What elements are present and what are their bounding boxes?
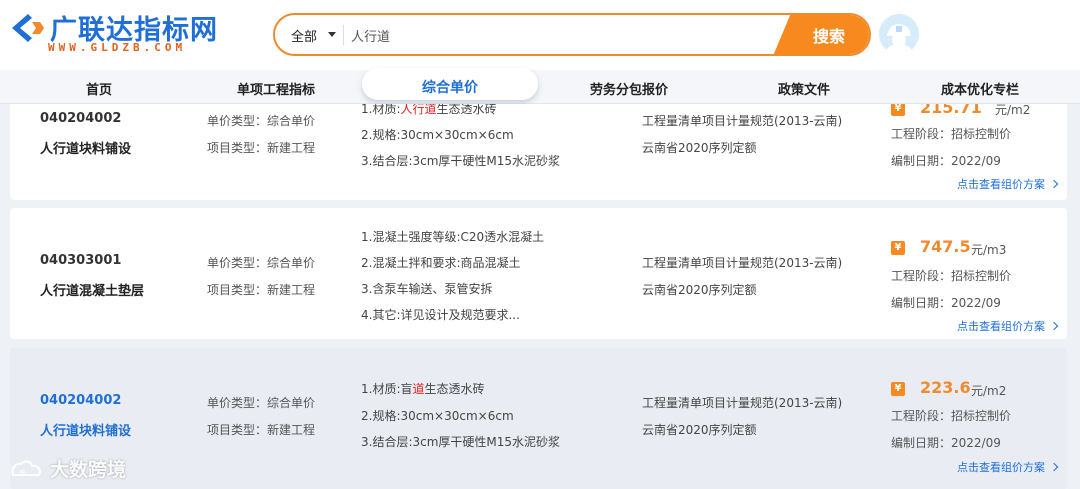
nav-item-single-project[interactable]: 单项工程指标 — [237, 79, 315, 98]
svg-text:∞: ∞ — [19, 467, 26, 476]
quota: 云南省2020序列定额 — [642, 423, 757, 437]
stage: 工程阶段：招标控制价 — [891, 127, 1012, 141]
price-type: 单价类型：综合单价 — [207, 256, 316, 270]
watermark-logo-icon: ∞ — [11, 460, 42, 476]
stage: 工程阶段：招标控制价 — [891, 269, 1012, 283]
spec-line: 2.规格:30cm×30cm×6cm — [361, 128, 514, 142]
date: 编制日期：2022/09 — [891, 296, 1001, 310]
spec-line: 3.结合层:3cm厚干硬性M15水泥砂浆 — [361, 435, 561, 449]
price-type: 单价类型：综合单价 — [207, 114, 316, 128]
chevron-right-icon — [1049, 321, 1059, 331]
search-divider — [343, 25, 344, 45]
chevron-right-icon — [1049, 462, 1059, 472]
search-category-select[interactable]: 全部 — [291, 26, 317, 45]
price-unit: 元/m2 — [971, 384, 1007, 398]
item-code: 040204002 — [40, 111, 122, 126]
item-code: 040204002 — [40, 393, 122, 408]
quota: 云南省2020序列定额 — [642, 283, 757, 297]
nav-item-policy[interactable]: 政策文件 — [778, 79, 830, 98]
unit-price: 223.6 — [920, 378, 971, 397]
date: 编制日期：2022/09 — [891, 154, 1001, 168]
logo-icon — [12, 14, 44, 42]
nav-item-composite-price[interactable]: 综合单价 — [362, 68, 538, 100]
spec-line: 1.混凝土强度等级:C20透水混凝土 — [361, 230, 545, 244]
spec-line: 2.规格:30cm×30cm×6cm — [361, 409, 514, 423]
quota: 云南省2020序列定额 — [642, 141, 757, 155]
date: 编制日期：2022/09 — [891, 436, 1001, 450]
unit-price: 747.5 — [920, 237, 971, 256]
item-name[interactable]: 人行道块料铺设 — [40, 138, 131, 157]
standard: 工程量清单项目计量规范(2013-云南) — [642, 396, 843, 410]
search-bar: 全部 搜索 — [273, 13, 871, 56]
nav-item-home[interactable]: 首页 — [86, 79, 112, 98]
chevron-down-icon[interactable] — [328, 32, 336, 37]
nav-item-cost-optimization[interactable]: 成本优化专栏 — [941, 79, 1019, 98]
unit-price: 215.71 — [920, 104, 982, 117]
spec-line: 3.含泵车输送、泵管安拆 — [361, 282, 493, 296]
header: 广联达指标网 WWW.GLDZB.COM 全部 搜索 — [0, 0, 1080, 70]
watermark-text: 大数跨境 — [50, 459, 127, 481]
spec-line: 4.其它:详见设计及规范要求... — [361, 308, 520, 322]
spec-line: 1.材质:盲道生态透水砖 — [361, 382, 485, 396]
view-plan-link[interactable]: 点击查看组价方案 — [957, 318, 1059, 334]
item-name[interactable]: 人行道块料铺设 — [40, 420, 131, 439]
item-name[interactable]: 人行道混凝土垫层 — [40, 280, 144, 299]
spec-line: 3.结合层:3cm厚干硬性M15水泥砂浆 — [361, 154, 561, 168]
stage: 工程阶段：招标控制价 — [891, 409, 1012, 423]
standard: 工程量清单项目计量规范(2013-云南) — [642, 114, 843, 128]
search-input[interactable] — [351, 21, 771, 49]
result-list: 040204002 人行道块料铺设 单价类型：综合单价 项目类型：新建工程 1.… — [0, 104, 1080, 489]
avatar[interactable] — [879, 14, 919, 54]
price-type: 单价类型：综合单价 — [207, 396, 316, 410]
list-item[interactable]: 040204002 人行道块料铺设 单价类型：综合单价 项目类型：新建工程 1.… — [10, 104, 1067, 200]
view-plan-link[interactable]: 点击查看组价方案 — [957, 176, 1059, 192]
price-unit: 元/m2 — [995, 104, 1031, 117]
chevron-right-icon — [1049, 179, 1059, 189]
item-code: 040303001 — [40, 253, 122, 268]
main-nav: 首页 单项工程指标 综合单价 劳务分包报价 政策文件 成本优化专栏 — [0, 68, 1080, 104]
standard: 工程量清单项目计量规范(2013-云南) — [642, 256, 843, 270]
list-item[interactable]: 040303001 人行道混凝土垫层 单价类型：综合单价 项目类型：新建工程 1… — [10, 208, 1067, 339]
logo-subtitle: WWW.GLDZB.COM — [48, 41, 187, 54]
project-type: 项目类型：新建工程 — [207, 423, 316, 437]
view-plan-link[interactable]: 点击查看组价方案 — [957, 459, 1059, 475]
list-item[interactable]: 040204002 人行道块料铺设 单价类型：综合单价 项目类型：新建工程 1.… — [10, 348, 1067, 489]
project-type: 项目类型：新建工程 — [207, 283, 316, 297]
price-icon: ¥ — [891, 382, 905, 396]
price-icon: ¥ — [891, 241, 905, 255]
project-type: 项目类型：新建工程 — [207, 141, 316, 155]
nav-active-label: 综合单价 — [422, 80, 478, 96]
spec-line: 2.混凝土拌和要求:商品混凝土 — [361, 256, 521, 270]
site-logo[interactable]: 广联达指标网 WWW.GLDZB.COM — [8, 8, 238, 60]
search-button[interactable]: 搜索 — [773, 15, 869, 54]
user-avatar-icon — [879, 14, 919, 54]
spec-line: 1.材质:人行道生态透水砖 — [361, 104, 497, 116]
nav-item-labor-quote[interactable]: 劳务分包报价 — [590, 79, 668, 98]
price-icon: ¥ — [891, 104, 905, 116]
price-unit: 元/m3 — [971, 243, 1007, 257]
